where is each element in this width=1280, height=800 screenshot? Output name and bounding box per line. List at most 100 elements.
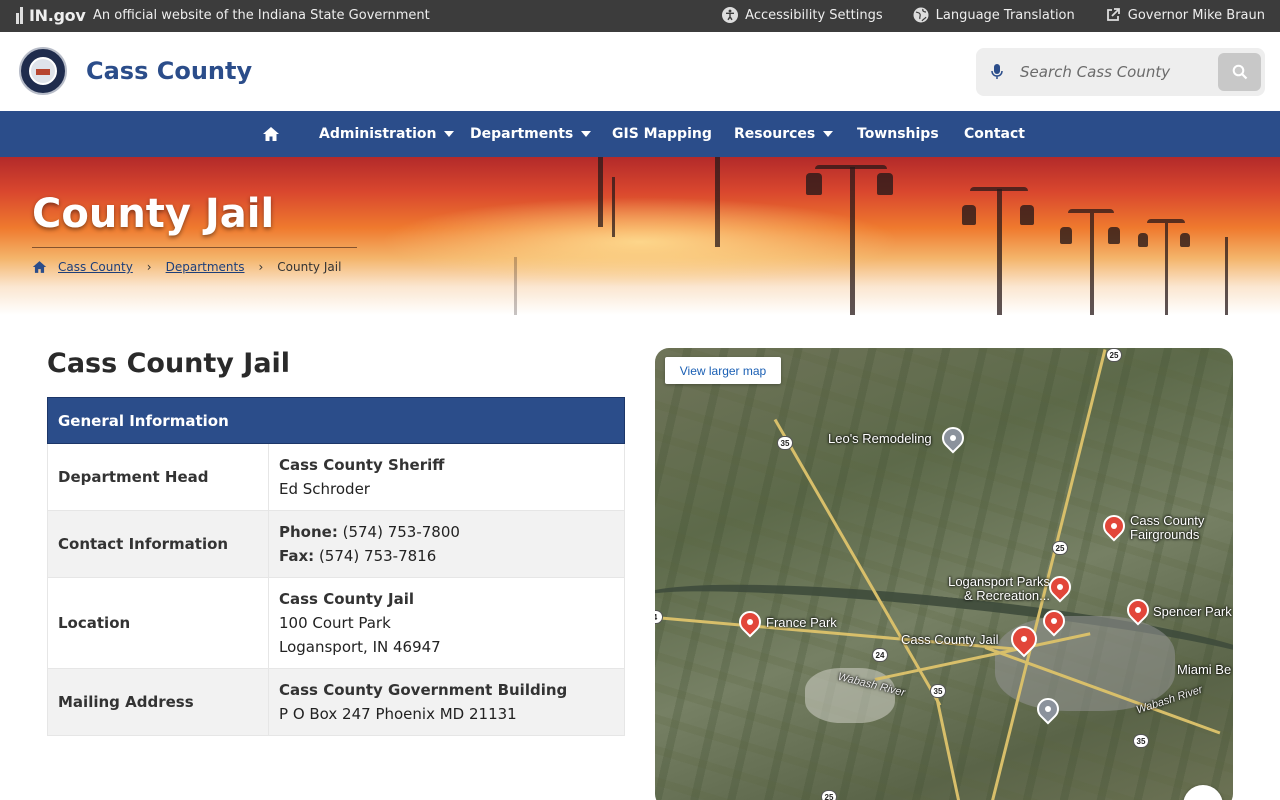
map-label-leos-remodeling: Leo's Remodeling — [828, 431, 932, 446]
accessibility-settings-link[interactable]: Accessibility Settings — [722, 7, 883, 23]
map-label-fairgrounds: Cass County Fairgrounds — [1130, 513, 1205, 542]
fax-label: Fax: — [279, 547, 315, 565]
lamp-silhouette — [806, 173, 822, 195]
nav-gis-mapping-label: GIS Mapping — [612, 126, 712, 142]
table-row: Department Head Cass County Sheriff Ed S… — [47, 443, 625, 511]
route-shield: 35 — [930, 684, 946, 698]
table-row: Mailing Address Cass County Government B… — [47, 668, 625, 736]
language-translation-link[interactable]: Language Translation — [913, 7, 1075, 23]
language-translation-label: Language Translation — [935, 7, 1075, 23]
hero-banner: County Jail Cass County › Departments › … — [0, 157, 1280, 315]
search-input[interactable] — [1020, 60, 1188, 84]
phone-number[interactable]: (574) 753-7800 — [338, 523, 460, 541]
county-seal-logo[interactable] — [19, 47, 67, 95]
nav-departments-label: Departments — [470, 126, 574, 142]
row-label: Contact Information — [47, 510, 269, 578]
highway-road — [773, 418, 942, 707]
lamppost-arm — [970, 187, 1028, 191]
lamppost-silhouette — [1090, 213, 1094, 315]
nav-home[interactable] — [262, 111, 280, 157]
map-label-france-park: France Park — [766, 615, 837, 630]
table-row: Contact Information Phone: (574) 753-780… — [47, 510, 625, 578]
microphone-icon[interactable] — [989, 63, 1005, 81]
table-header: General Information — [47, 397, 625, 444]
row-value: Cass County Government Building P O Box … — [268, 668, 625, 736]
map-pin-fairgrounds[interactable] — [1098, 510, 1130, 542]
search-icon — [1232, 64, 1247, 80]
mailing-building: Cass County Government Building — [279, 681, 568, 699]
row-value: Cass County Sheriff Ed Schroder — [268, 443, 625, 511]
nav-administration[interactable]: Administration — [319, 111, 455, 157]
nav-departments[interactable]: Departments — [470, 111, 592, 157]
nav-resources[interactable]: Resources — [734, 111, 834, 157]
nav-contact-label: Contact — [964, 126, 1025, 142]
nav-contact[interactable]: Contact — [964, 111, 1025, 157]
row-label: Mailing Address — [47, 668, 269, 736]
chevron-down-icon — [444, 131, 455, 137]
lamppost-silhouette — [850, 167, 855, 315]
breadcrumb-departments[interactable]: Departments — [166, 260, 245, 274]
lamp-silhouette — [877, 173, 893, 195]
nav-townships[interactable]: Townships — [857, 111, 939, 157]
fax-number: (574) 753-7816 — [314, 547, 437, 565]
external-link-icon — [1106, 8, 1120, 21]
route-shield: 25 — [821, 790, 837, 800]
lamppost-silhouette — [1165, 223, 1168, 315]
location-name: Cass County Jail — [279, 590, 415, 608]
lamp-silhouette — [962, 205, 976, 225]
nav-townships-label: Townships — [857, 126, 939, 142]
main-nav: Administration Departments GIS Mapping R… — [0, 111, 1280, 157]
view-larger-map-link[interactable]: View larger map — [665, 357, 781, 384]
globe-icon — [913, 7, 929, 23]
lamppost-silhouette — [1225, 237, 1228, 315]
lamppost-arm — [1147, 219, 1185, 223]
breadcrumb-current: County Jail — [277, 260, 342, 274]
lamppost-silhouette — [715, 157, 720, 247]
search-button[interactable] — [1218, 53, 1261, 91]
general-information-table: General Information Department Head Cass… — [47, 397, 625, 736]
nav-resources-label: Resources — [734, 126, 816, 142]
lamp-silhouette — [1138, 233, 1148, 247]
nav-administration-label: Administration — [319, 126, 437, 142]
state-bar: IN.gov An official website of the Indian… — [0, 0, 1280, 32]
embedded-map[interactable]: View larger map 25 35 25 24 35 35 25 4 L… — [655, 348, 1233, 800]
governor-label: Governor Mike Braun — [1127, 7, 1265, 23]
chevron-down-icon — [581, 131, 592, 137]
lamppost-silhouette — [514, 257, 517, 315]
home-icon[interactable] — [32, 260, 47, 274]
map-pin-leos-remodeling[interactable] — [937, 422, 969, 454]
table-row: Location Cass County Jail 100 Court Park… — [47, 577, 625, 669]
lamppost-silhouette — [598, 157, 603, 227]
site-name[interactable]: Cass County — [86, 57, 252, 85]
route-shield: 25 — [1052, 541, 1068, 555]
route-shield: 35 — [777, 436, 793, 450]
map-control-button[interactable] — [1183, 785, 1223, 800]
accessibility-settings-label: Accessibility Settings — [745, 7, 883, 23]
chevron-down-icon — [823, 131, 834, 137]
map-label-spencer-park: Spencer Park — [1153, 604, 1232, 619]
breadcrumb: Cass County › Departments › County Jail — [32, 260, 341, 274]
mailing-address: P O Box 247 Phoenix MD 21131 — [279, 705, 517, 723]
phone-label: Phone: — [279, 523, 338, 541]
governor-link[interactable]: Governor Mike Braun — [1105, 7, 1265, 23]
map-label-logansport-parks: Logansport Parks & Recreation... — [948, 574, 1050, 603]
state-links: Accessibility Settings Language Translat… — [722, 7, 1265, 23]
hero-divider — [32, 247, 357, 248]
ingov-logo[interactable]: IN.gov — [16, 6, 86, 25]
highway-road — [933, 689, 968, 800]
state-tagline: An official website of the Indiana State… — [93, 8, 430, 23]
lamppost-silhouette — [997, 189, 1002, 315]
nav-gis-mapping[interactable]: GIS Mapping — [612, 111, 712, 157]
row-label: Department Head — [47, 443, 269, 511]
route-shield: 35 — [1133, 734, 1149, 748]
chevron-right-icon: › — [146, 260, 152, 274]
route-shield: 24 — [872, 648, 888, 662]
search-box — [976, 48, 1265, 96]
page-title: Cass County Jail — [47, 348, 291, 379]
lamppost-arm — [1068, 209, 1114, 213]
row-value: Phone: (574) 753-7800 Fax: (574) 753-781… — [268, 510, 625, 578]
lamppost-silhouette — [612, 177, 615, 237]
accessibility-icon — [722, 7, 739, 23]
breadcrumb-cass-county[interactable]: Cass County — [58, 260, 133, 274]
map-label-cass-county-jail: Cass County Jail — [901, 632, 999, 647]
